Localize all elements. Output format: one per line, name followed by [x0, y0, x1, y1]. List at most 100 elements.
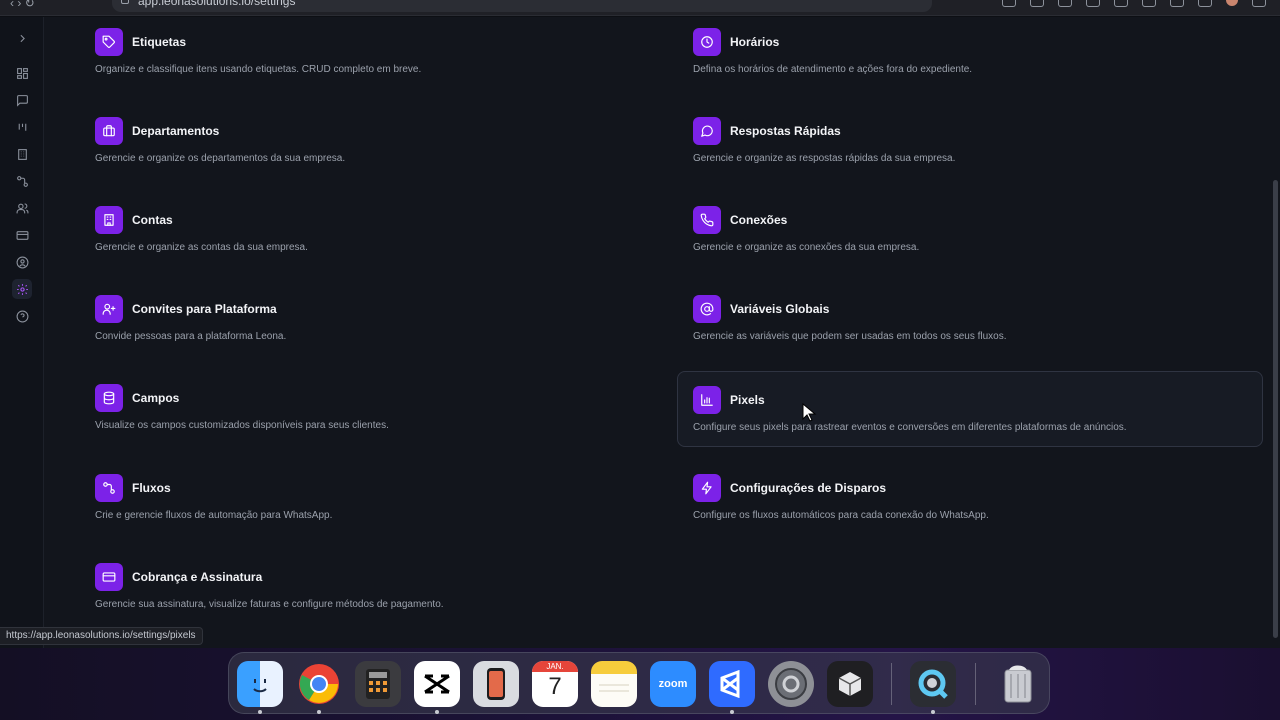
running-indicator: [258, 710, 262, 714]
avatar[interactable]: [1226, 0, 1238, 6]
iphone-mirroring-icon[interactable]: [473, 661, 519, 707]
card-title: Convites para Plataforma: [132, 302, 277, 316]
card-description: Organize e classifique itens usando etiq…: [95, 64, 422, 75]
running-indicator: [317, 710, 321, 714]
profile-icon[interactable]: [12, 252, 32, 272]
bar-chart-icon: [693, 386, 721, 414]
card-description: Gerencie sua assinatura, visualize fatur…: [95, 599, 444, 610]
running-indicator: [435, 710, 439, 714]
card-description: Configure os fluxos automáticos para cad…: [693, 510, 989, 521]
vscode-icon[interactable]: [709, 661, 755, 714]
briefcase-icon: [95, 117, 123, 145]
card-title: Campos: [132, 391, 180, 405]
card-title: Configurações de Disparos: [730, 481, 887, 495]
app-window: Etiquetas Organize e classifique itens u…: [0, 17, 1280, 648]
capcut-icon[interactable]: [414, 661, 460, 714]
workflow-icon: [95, 474, 123, 502]
card-title: Conexões: [730, 213, 788, 227]
settings-card-conexoes[interactable]: Conexões Gerencie e organize as conexões…: [677, 191, 1263, 267]
calendar-icon[interactable]: JAN. 7: [532, 661, 578, 707]
clock-icon: [693, 28, 721, 56]
settings-grid: Etiquetas Organize e classifique itens u…: [62, 17, 1272, 648]
settings-card-disparos[interactable]: Configurações de Disparos Configure os f…: [677, 459, 1263, 535]
card-description: Gerencie e organize os departamentos da …: [95, 153, 346, 164]
zoom-icon[interactable]: zoom: [650, 661, 696, 707]
card-icon[interactable]: [12, 225, 32, 245]
settings-card-respostas-rapidas[interactable]: Respostas Rápidas Gerencie e organize as…: [677, 102, 1263, 178]
card-description: Gerencie e organize as respostas rápidas…: [693, 153, 956, 164]
card-description: Gerencie e organize as conexões da sua e…: [693, 242, 920, 253]
sidebar: [0, 17, 44, 648]
notes-icon[interactable]: [591, 661, 637, 707]
card-description: Visualize os campos customizados disponí…: [95, 420, 389, 431]
card-description: Defina os horários de atendimento e açõe…: [693, 64, 973, 75]
settings-icon[interactable]: [12, 279, 32, 299]
settings-card-convites[interactable]: Convites para Plataforma Convide pessoas…: [79, 280, 665, 356]
phone-icon: [693, 206, 721, 234]
sidepanel-icon[interactable]: [1114, 0, 1128, 7]
running-indicator: [931, 710, 935, 714]
finder-icon[interactable]: [237, 661, 283, 714]
card-title: Variáveis Globais: [730, 302, 830, 316]
settings-card-campos[interactable]: Campos Visualize os campos customizados …: [79, 369, 665, 445]
card-title: Contas: [132, 213, 173, 227]
card-title: Respostas Rápidas: [730, 124, 841, 138]
card-title: Etiquetas: [132, 35, 187, 49]
chrome-icon[interactable]: [296, 661, 342, 714]
user-plus-icon: [95, 295, 123, 323]
users-icon[interactable]: [12, 198, 32, 218]
download-icon[interactable]: [1198, 0, 1212, 7]
card-description: Gerencie as variáveis que podem ser usad…: [693, 331, 1007, 342]
card-description: Convide pessoas para a plataforma Leona.: [95, 331, 287, 342]
star-icon[interactable]: [1086, 0, 1100, 7]
window-icon[interactable]: [1170, 0, 1184, 7]
address-text: app.leonasolutions.io/settings: [138, 0, 296, 8]
card-description: Configure seus pixels para rastrear even…: [693, 422, 1127, 433]
sidebar-expand-icon[interactable]: [12, 28, 32, 48]
help-icon[interactable]: [12, 306, 32, 326]
calculator-icon[interactable]: [355, 661, 401, 707]
settings-card-cobranca[interactable]: Cobrança e Assinatura Gerencie sua assin…: [79, 548, 665, 624]
trash-icon[interactable]: [995, 661, 1041, 707]
tag-icon: [95, 28, 123, 56]
back-forward-icon[interactable]: ‹ › ↻: [10, 0, 35, 10]
address-bar[interactable]: app.leonasolutions.io/settings: [112, 0, 932, 12]
zap-icon: [693, 474, 721, 502]
extension-icon[interactable]: [1002, 0, 1016, 7]
cursor-app-icon[interactable]: [827, 661, 873, 707]
zoom-label: zoom: [658, 678, 688, 690]
flow-icon[interactable]: [12, 171, 32, 191]
search-icon[interactable]: [1030, 0, 1044, 7]
quicktime-icon[interactable]: [910, 661, 956, 714]
card-title: Departamentos: [132, 124, 220, 138]
kanban-icon[interactable]: [12, 117, 32, 137]
card-title: Cobrança e Assinatura: [132, 570, 263, 584]
link-status-bar: https://app.leonasolutions.io/settings/p…: [0, 627, 203, 645]
settings-card-horarios[interactable]: Horários Defina os horários de atendimen…: [677, 17, 1263, 89]
settings-card-contas[interactable]: Contas Gerencie e organize as contas da …: [79, 191, 665, 267]
settings-card-departamentos[interactable]: Departamentos Gerencie e organize os dep…: [79, 102, 665, 178]
desktop-background: JAN. 7 zoom: [0, 648, 1280, 720]
calendar-day: 7: [548, 673, 562, 700]
at-sign-icon: [693, 295, 721, 323]
settings-card-variaveis-globais[interactable]: Variáveis Globais Gerencie as variáveis …: [677, 280, 1263, 356]
menu-icon[interactable]: [1252, 0, 1266, 7]
card-description: Gerencie e organize as contas da sua emp…: [95, 242, 308, 253]
card-title: Pixels: [730, 393, 765, 407]
system-settings-icon[interactable]: [768, 661, 814, 707]
card-description: Crie e gerencie fluxos de automação para…: [95, 510, 333, 521]
chat-icon[interactable]: [12, 90, 32, 110]
scrollbar[interactable]: [1273, 180, 1278, 638]
message-circle-icon: [693, 117, 721, 145]
building-icon: [95, 206, 123, 234]
lock-icon: [121, 0, 129, 4]
profile-icon[interactable]: [1142, 0, 1156, 7]
card-title: Fluxos: [132, 481, 171, 495]
settings-card-pixels[interactable]: Pixels Configure seus pixels para rastre…: [677, 371, 1263, 447]
dock-separator: [891, 663, 892, 705]
key-icon[interactable]: [1058, 0, 1072, 7]
building-icon[interactable]: [12, 144, 32, 164]
dashboard-icon[interactable]: [12, 63, 32, 83]
settings-card-etiquetas[interactable]: Etiquetas Organize e classifique itens u…: [79, 17, 665, 89]
settings-card-fluxos[interactable]: Fluxos Crie e gerencie fluxos de automaç…: [79, 459, 665, 535]
